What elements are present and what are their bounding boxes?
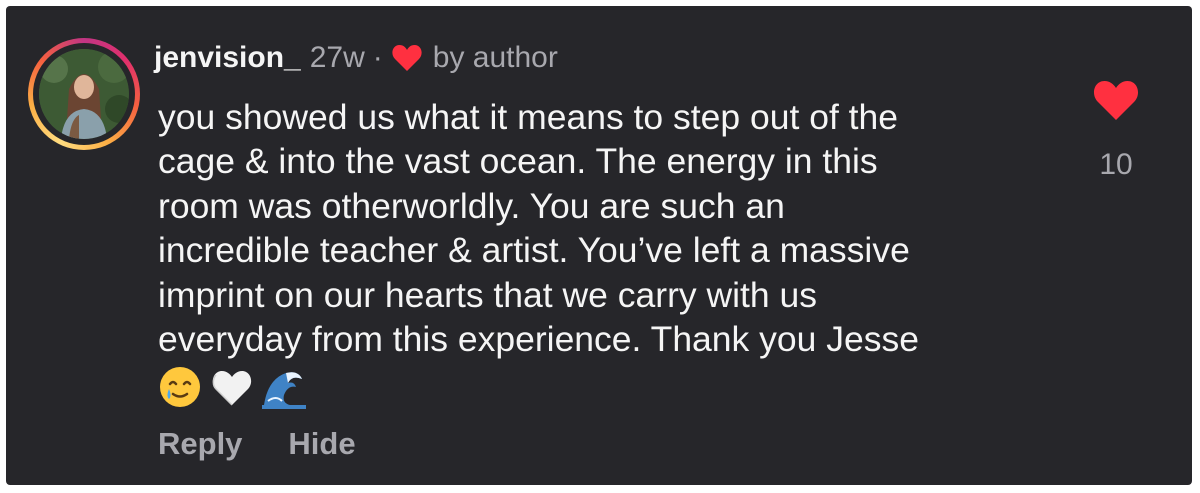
- reply-button[interactable]: Reply: [158, 426, 242, 462]
- smiling-face-with-tear-icon: [160, 367, 200, 407]
- comment-age: 27w: [309, 41, 365, 74]
- avatar-photo: [39, 49, 129, 139]
- like-count: 10: [1099, 148, 1133, 181]
- white-heart-icon: [212, 371, 252, 406]
- liked-by-author-label: by author: [432, 41, 558, 74]
- water-wave-icon: [262, 372, 306, 409]
- like-heart-icon[interactable]: [1092, 78, 1140, 122]
- username-link[interactable]: jenvision_: [154, 41, 301, 75]
- comment-card: jenvision_ 27w · by author you showed us…: [6, 6, 1192, 485]
- comment-header: jenvision_ 27w · by author: [154, 36, 558, 80]
- comment-text: you showed us what it means to step out …: [158, 95, 1058, 361]
- comment-text-line: incredible teacher & artist. You’ve left…: [158, 230, 910, 271]
- heart-icon: [392, 45, 422, 71]
- avatar[interactable]: [39, 49, 129, 139]
- separator-dot: ·: [372, 41, 383, 74]
- comment-text-line: everyday from this experience. Thank you…: [158, 319, 919, 360]
- comment-text-line: you showed us what it means to step out …: [158, 97, 899, 137]
- hide-button[interactable]: Hide: [288, 426, 355, 462]
- comment-text-line: imprint on our hearts that we carry with…: [158, 274, 817, 315]
- avatar-ring-gap: [33, 43, 135, 145]
- comment-emojis: [158, 364, 306, 410]
- comment-actions: Reply Hide: [158, 426, 356, 462]
- comment-text-line: cage & into the vast ocean. The energy i…: [158, 141, 878, 182]
- comment-text-line: room was otherworldly. You are such an: [158, 185, 785, 226]
- avatar-story-ring[interactable]: [28, 38, 140, 150]
